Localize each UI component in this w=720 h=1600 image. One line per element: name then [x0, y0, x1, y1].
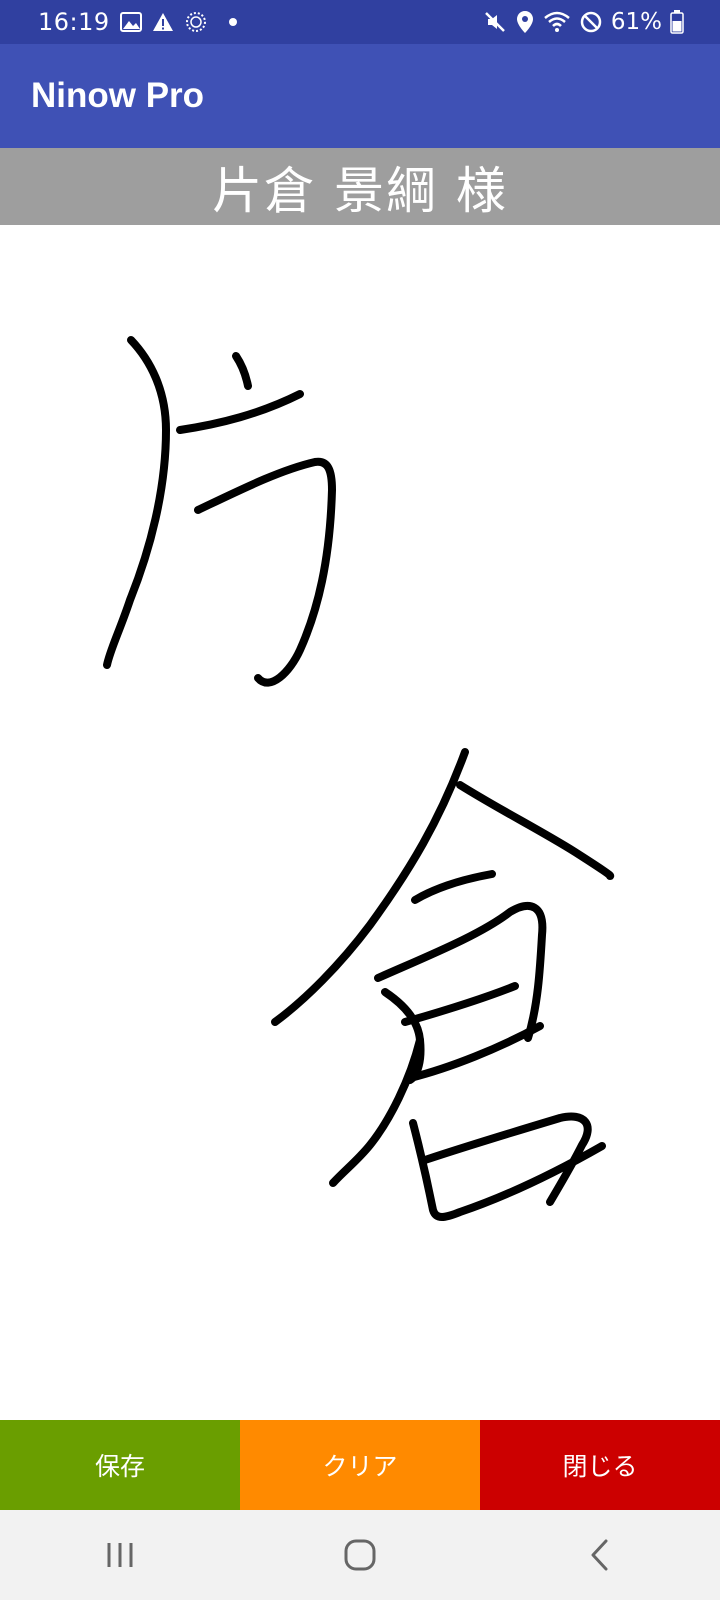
battery-icon — [670, 10, 684, 34]
home-icon — [343, 1538, 377, 1572]
status-bar: 16:19 61% — [0, 0, 720, 44]
sync-icon — [184, 10, 208, 34]
status-right: 61% — [483, 9, 684, 35]
signature-canvas[interactable] — [0, 225, 720, 1420]
close-button[interactable]: 閉じる — [480, 1420, 720, 1510]
status-left: 16:19 — [38, 8, 238, 36]
clear-button-label: クリア — [322, 1452, 398, 1481]
dot-icon — [228, 17, 238, 27]
save-button[interactable]: 保存 — [0, 1420, 240, 1510]
app-bar: Ninow Pro — [0, 44, 720, 148]
system-nav-bar — [0, 1510, 720, 1600]
clear-button[interactable]: クリア — [240, 1420, 480, 1510]
no-data-icon — [579, 10, 603, 34]
mute-icon — [483, 10, 507, 34]
back-button[interactable] — [540, 1515, 660, 1595]
save-button-label: 保存 — [94, 1452, 145, 1481]
action-bar: 保存 クリア 閉じる — [0, 1420, 720, 1510]
close-button-label: 閉じる — [562, 1452, 638, 1481]
signature-strokes — [103, 336, 615, 1221]
recent-apps-button[interactable] — [60, 1515, 180, 1595]
location-icon — [515, 10, 535, 34]
screen: 16:19 61% Ninow Pro 片倉 景綱 様 保存 クリア 閉じる — [0, 0, 720, 1600]
recent-apps-icon — [105, 1540, 135, 1570]
app-title: Ninow Pro — [31, 76, 205, 115]
battery-percent: 61% — [610, 9, 662, 35]
image-icon — [119, 12, 142, 32]
customer-name: 片倉 景綱 様 — [212, 161, 508, 220]
home-button[interactable] — [300, 1515, 420, 1595]
warning-icon — [152, 12, 174, 32]
wifi-icon — [543, 10, 571, 34]
status-time: 16:19 — [38, 8, 110, 36]
back-icon — [588, 1538, 612, 1572]
customer-name-header: 片倉 景綱 様 — [0, 148, 720, 225]
